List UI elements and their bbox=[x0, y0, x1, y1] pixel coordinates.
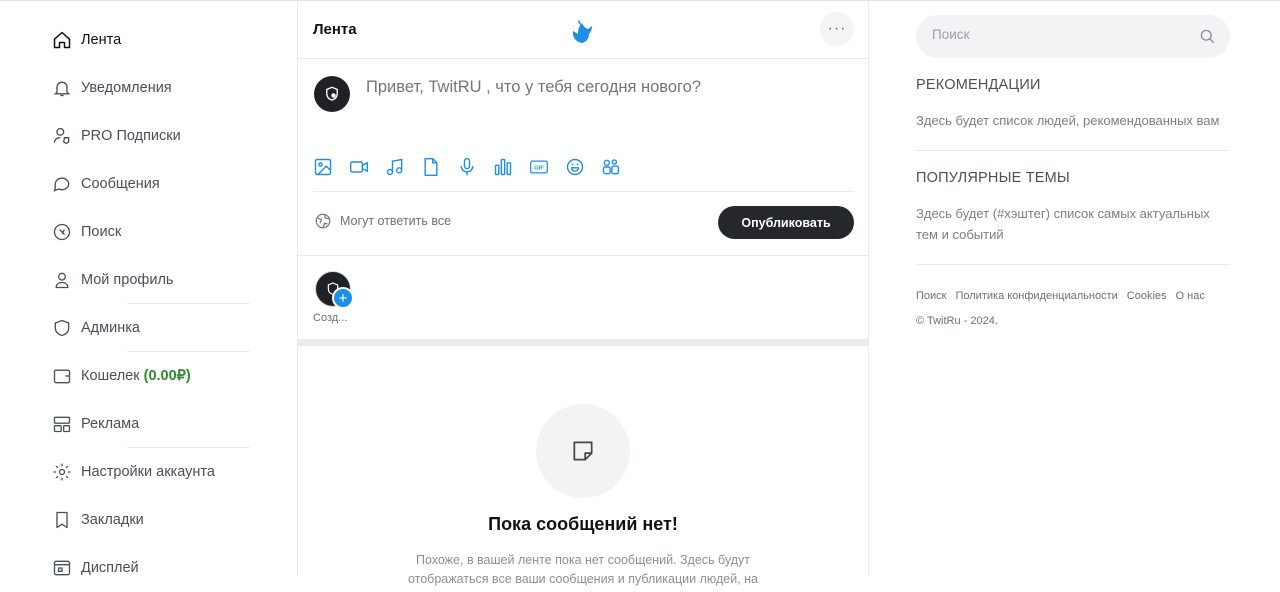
bell-icon bbox=[51, 77, 73, 99]
footer-link-cookies[interactable]: Cookies bbox=[1127, 290, 1167, 302]
chat-icon bbox=[51, 173, 73, 195]
sidebar-item-label: PRO Подписки bbox=[81, 128, 181, 144]
svg-text:GIF: GIF bbox=[534, 166, 544, 172]
sidebar-item-settings[interactable]: Настройки аккаунта bbox=[40, 447, 255, 496]
recommendations-title: РЕКОМЕНДАЦИИ bbox=[916, 77, 1041, 93]
bookmark-icon bbox=[51, 509, 73, 531]
display-icon bbox=[51, 557, 73, 579]
user-icon bbox=[51, 269, 73, 291]
sidebar-item-admin[interactable]: Админка bbox=[40, 303, 255, 352]
gif-icon[interactable]: GIF bbox=[529, 155, 565, 179]
sidebar-item-label: Поиск bbox=[81, 224, 122, 240]
wallet-icon bbox=[51, 365, 73, 387]
avatar-shield-icon bbox=[326, 86, 338, 101]
popular-topics-title: ПОПУЛЯРНЫЕ ТЕМЫ bbox=[916, 170, 1070, 186]
right-divider bbox=[916, 150, 1230, 151]
post-composer: GIF Могут ответить все Опубликовать bbox=[298, 59, 868, 256]
search-icon[interactable] bbox=[1198, 27, 1216, 45]
sidebar-item-search[interactable]: Поиск bbox=[40, 208, 255, 256]
search-input[interactable] bbox=[932, 27, 1182, 42]
wallet-balance: (0.00₽) bbox=[143, 368, 191, 384]
sidebar-item-label: Лента bbox=[81, 32, 122, 48]
emoji-icon[interactable] bbox=[565, 155, 601, 179]
sidebar-item-label: Админка bbox=[81, 320, 140, 336]
video-icon[interactable] bbox=[349, 155, 385, 179]
right-sidebar: РЕКОМЕНДАЦИИ Здесь будет список людей, р… bbox=[916, 15, 1230, 327]
sidebar-item-messages[interactable]: Сообщения bbox=[40, 160, 255, 208]
sidebar-item-wallet[interactable]: Кошелек (0.00₽) bbox=[40, 351, 255, 400]
sidebar-item-label: Настройки аккаунта bbox=[81, 464, 215, 480]
story-label: Созд... bbox=[313, 312, 348, 324]
sidebar-item-label: Уведомления bbox=[81, 80, 172, 96]
note-icon bbox=[573, 441, 593, 461]
compose-input[interactable] bbox=[366, 78, 846, 97]
composer-divider bbox=[313, 191, 854, 192]
sidebar-item-feed[interactable]: Лента bbox=[40, 16, 255, 64]
music-icon[interactable] bbox=[385, 155, 421, 179]
feed-header: Лента ··· bbox=[298, 1, 868, 59]
popular-topics-text: Здесь будет (#хэштег) список самых актуа… bbox=[916, 206, 1210, 242]
sidebar-item-notifications[interactable]: Уведомления bbox=[40, 64, 255, 112]
reply-permission-label: Могут ответить все bbox=[340, 214, 452, 228]
empty-state-title: Пока сообщений нет! bbox=[488, 514, 678, 534]
page-title: Лента bbox=[313, 21, 357, 38]
document-icon[interactable] bbox=[421, 155, 457, 179]
reply-permission-selector[interactable]: Могут ответить все bbox=[314, 212, 451, 230]
ads-layout-icon bbox=[51, 413, 73, 435]
sidebar-item-label: Закладки bbox=[81, 512, 144, 528]
empty-state-badge bbox=[536, 404, 630, 498]
sidebar-nav: Лента Уведомления PRO Подписки Сообщения… bbox=[40, 16, 255, 592]
footer-links: Поиск Политика конфиденциальности Cookie… bbox=[916, 290, 1230, 302]
people-icon[interactable] bbox=[601, 155, 637, 179]
composer-toolbar: GIF bbox=[313, 155, 637, 179]
sidebar-item-label: Дисплей bbox=[81, 560, 139, 576]
settings-gear-icon bbox=[51, 461, 73, 483]
feed-column: Лента ··· GIF Могут ответить все Опубли bbox=[297, 1, 869, 586]
empty-feed-state: Пока сообщений нет! Похоже, в вашей лент… bbox=[298, 346, 868, 586]
search-box bbox=[916, 15, 1230, 58]
sidebar-item-ads[interactable]: Реклама bbox=[40, 400, 255, 448]
publish-button[interactable]: Опубликовать bbox=[718, 206, 854, 239]
bird-logo-icon[interactable] bbox=[569, 16, 595, 44]
sidebar-item-display[interactable]: Дисплей bbox=[40, 544, 255, 592]
sidebar-item-profile[interactable]: Мой профиль bbox=[40, 256, 255, 304]
right-divider bbox=[916, 264, 1230, 265]
footer-link-privacy[interactable]: Политика конфиденциальности bbox=[955, 290, 1117, 302]
stories-bar: + Созд... bbox=[298, 256, 868, 339]
sidebar-item-pro-subscriptions[interactable]: PRO Подписки bbox=[40, 112, 255, 160]
home-icon bbox=[51, 29, 73, 51]
section-divider bbox=[298, 339, 868, 346]
image-icon[interactable] bbox=[313, 155, 349, 179]
globe-icon bbox=[315, 213, 331, 229]
footer-link-search[interactable]: Поиск bbox=[916, 290, 946, 302]
footer-link-about[interactable]: О нас bbox=[1176, 290, 1205, 302]
sidebar-item-label: Реклама bbox=[81, 416, 140, 432]
microphone-icon[interactable] bbox=[457, 155, 493, 179]
search-compass-icon bbox=[51, 221, 73, 243]
more-options-button[interactable]: ··· bbox=[820, 12, 854, 46]
sidebar-item-label: Сообщения bbox=[81, 176, 160, 192]
sidebar-item-bookmarks[interactable]: Закладки bbox=[40, 496, 255, 544]
sidebar-item-label: Кошелек bbox=[81, 368, 140, 384]
empty-state-text: Похоже, в вашей ленте пока нет сообщений… bbox=[407, 553, 759, 586]
copyright: © TwitRu - 2024. bbox=[916, 315, 998, 327]
avatar[interactable] bbox=[314, 76, 350, 112]
shield-icon bbox=[51, 317, 73, 339]
poll-icon[interactable] bbox=[493, 155, 529, 179]
pro-subscriptions-icon bbox=[51, 125, 73, 147]
recommendations-text: Здесь будет список людей, рекомендованны… bbox=[916, 113, 1220, 128]
plus-icon: + bbox=[332, 287, 354, 309]
sidebar-item-label: Мой профиль bbox=[81, 272, 174, 288]
